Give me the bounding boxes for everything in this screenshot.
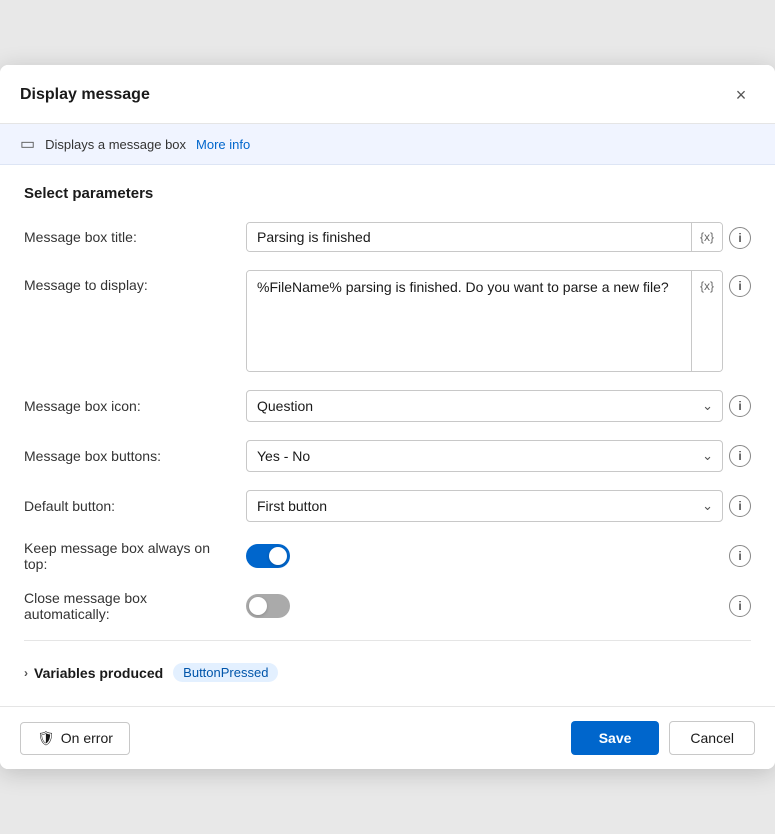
dialog-body: Select parameters Message box title: {x}… [0, 165, 775, 706]
always-on-top-toggle[interactable] [246, 544, 290, 568]
default-button-info-icon[interactable]: i [729, 495, 751, 517]
message-box-title-input-wrapper: {x} i [246, 222, 751, 252]
message-box-buttons-input-wrapper: Yes - No OK OK - Cancel Abort - Retry - … [246, 440, 751, 472]
variables-expand[interactable]: › Variables produced [24, 665, 163, 681]
always-on-top-info-icon[interactable]: i [729, 545, 751, 567]
close-automatically-info-icon[interactable]: i [729, 595, 751, 617]
message-to-display-textarea[interactable]: %FileName% parsing is finished. Do you w… [247, 271, 691, 371]
close-button[interactable]: × [727, 81, 755, 109]
default-button-row: Default button: First button Second butt… [24, 490, 751, 522]
variables-label: Variables produced [34, 665, 163, 681]
message-to-display-label: Message to display: [24, 270, 234, 293]
message-box-title-var-tag: {x} [691, 223, 722, 251]
message-box-title-info-icon[interactable]: i [729, 227, 751, 249]
message-box-icon-select[interactable]: Question Information Warning Error [246, 390, 723, 422]
close-automatically-label: Close message box automatically: [24, 590, 234, 622]
dialog: Display message × ▭ Displays a message b… [0, 65, 775, 769]
message-box-buttons-label: Message box buttons: [24, 448, 234, 464]
default-button-select[interactable]: First button Second button Third button [246, 490, 723, 522]
default-button-select-wrapper: First button Second button Third button … [246, 490, 723, 522]
message-to-display-var-tag: {x} [691, 271, 722, 371]
message-box-icon-info-icon[interactable]: i [729, 395, 751, 417]
message-box-icon: ▭ [20, 134, 35, 154]
save-button[interactable]: Save [571, 721, 660, 755]
message-box-icon-label: Message box icon: [24, 398, 234, 414]
more-info-link[interactable]: More info [196, 137, 250, 152]
always-on-top-thumb [269, 547, 287, 565]
footer-right: Save Cancel [571, 721, 755, 755]
message-box-title-input[interactable] [247, 223, 691, 251]
message-box-buttons-info-icon[interactable]: i [729, 445, 751, 467]
message-box-buttons-select-wrapper: Yes - No OK OK - Cancel Abort - Retry - … [246, 440, 723, 472]
cancel-button[interactable]: Cancel [669, 721, 755, 755]
message-box-title-label: Message box title: [24, 222, 234, 245]
section-title: Select parameters [24, 185, 751, 202]
message-to-display-input-wrapper: %FileName% parsing is finished. Do you w… [246, 270, 751, 372]
dialog-header: Display message × [0, 65, 775, 124]
message-to-display-info-icon[interactable]: i [729, 275, 751, 297]
message-box-buttons-select[interactable]: Yes - No OK OK - Cancel Abort - Retry - … [246, 440, 723, 472]
message-box-icon-select-wrapper: Question Information Warning Error ⌄ [246, 390, 723, 422]
message-box-icon-input-wrapper: Question Information Warning Error ⌄ i [246, 390, 751, 422]
variables-row: › Variables produced ButtonPressed [24, 653, 751, 686]
dialog-title: Display message [20, 86, 150, 104]
close-automatically-toggle-wrapper [246, 594, 290, 618]
message-box-icon-row: Message box icon: Question Information W… [24, 390, 751, 422]
banner-text: Displays a message box [45, 137, 186, 152]
shield-icon: 🛡 [37, 730, 55, 747]
message-box-title-group: {x} [246, 222, 723, 252]
divider [24, 640, 751, 641]
close-automatically-track [246, 594, 290, 618]
always-on-top-toggle-wrapper [246, 544, 290, 568]
message-box-buttons-row: Message box buttons: Yes - No OK OK - Ca… [24, 440, 751, 472]
message-box-title-row: Message box title: {x} i [24, 222, 751, 252]
chevron-right-icon: › [24, 666, 28, 680]
close-automatically-toggle[interactable] [246, 594, 290, 618]
close-automatically-input-wrapper: i [246, 594, 751, 618]
on-error-label: On error [61, 730, 113, 746]
info-banner: ▭ Displays a message box More info [0, 124, 775, 165]
default-button-label: Default button: [24, 498, 234, 514]
on-error-button[interactable]: 🛡 On error [20, 722, 130, 755]
message-to-display-row: Message to display: %FileName% parsing i… [24, 270, 751, 372]
always-on-top-track [246, 544, 290, 568]
always-on-top-input-wrapper: i [246, 544, 751, 568]
dialog-footer: 🛡 On error Save Cancel [0, 706, 775, 769]
close-automatically-row: Close message box automatically: i [24, 590, 751, 622]
always-on-top-row: Keep message box always on top: i [24, 540, 751, 572]
button-pressed-badge: ButtonPressed [173, 663, 278, 682]
close-automatically-thumb [249, 597, 267, 615]
message-to-display-group: %FileName% parsing is finished. Do you w… [246, 270, 723, 372]
always-on-top-label: Keep message box always on top: [24, 540, 234, 572]
default-button-input-wrapper: First button Second button Third button … [246, 490, 751, 522]
